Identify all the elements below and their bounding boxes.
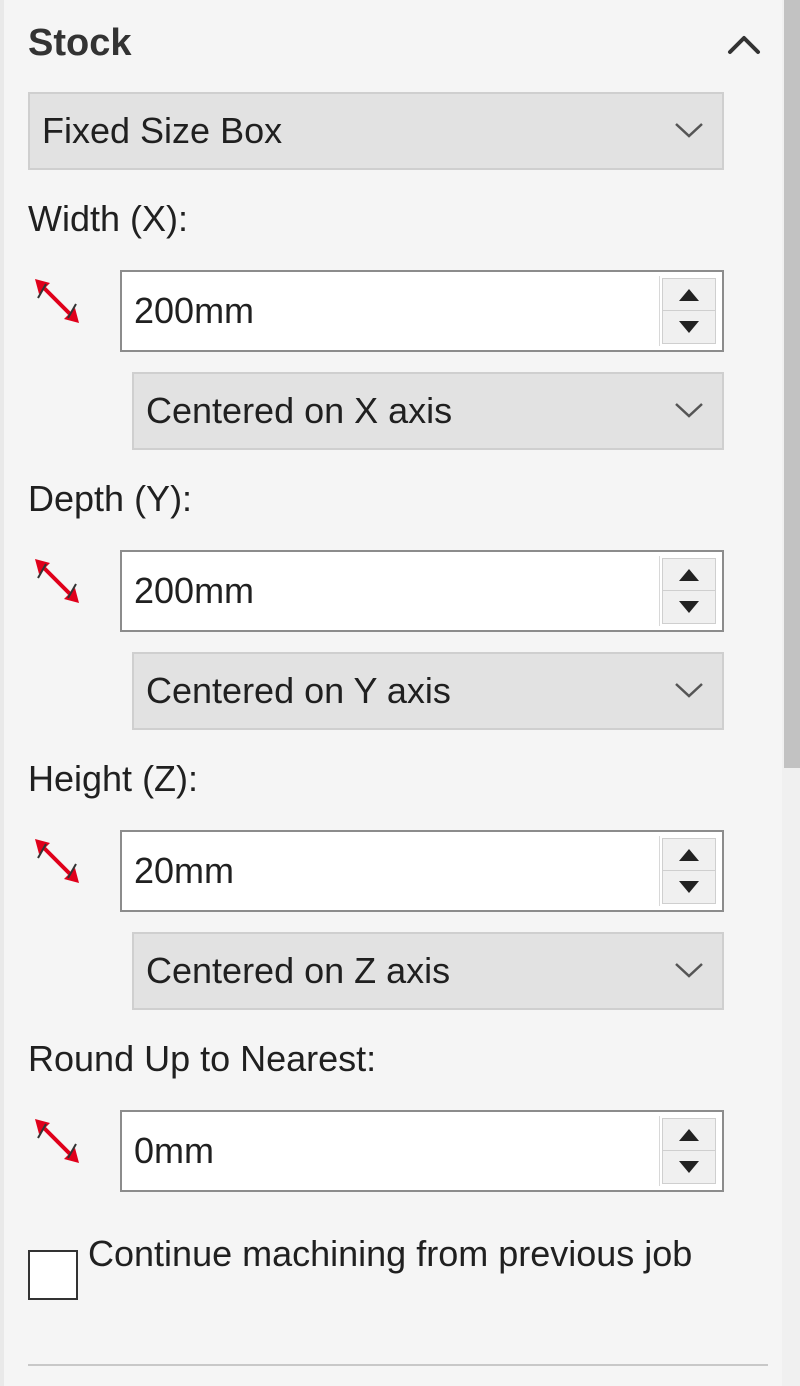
stock-type-value: Fixed Size Box xyxy=(42,110,283,151)
depth-placement-dropdown[interactable]: Centered on Y axis xyxy=(132,652,724,730)
round-up-input[interactable] xyxy=(134,1112,634,1190)
round-up-spinbox xyxy=(120,1110,724,1192)
depth-input[interactable] xyxy=(134,552,634,630)
triangle-up-icon xyxy=(679,289,699,301)
chevron-down-icon xyxy=(675,403,703,418)
depth-decrement-button[interactable] xyxy=(662,590,716,624)
height-input[interactable] xyxy=(134,832,634,910)
height-label: Height (Z): xyxy=(28,758,199,799)
depth-increment-button[interactable] xyxy=(662,558,716,592)
width-label: Width (X): xyxy=(28,198,189,239)
round-up-label: Round Up to Nearest: xyxy=(28,1038,377,1079)
depth-spinner xyxy=(659,556,718,626)
round-up-spinner xyxy=(659,1116,718,1186)
height-increment-button[interactable] xyxy=(662,838,716,872)
section-title: Stock xyxy=(28,22,132,64)
depth-placement-value: Centered on Y axis xyxy=(146,670,451,711)
continue-machining-label[interactable]: Continue machining from previous job xyxy=(88,1228,748,1280)
round-up-increment-button[interactable] xyxy=(662,1118,716,1152)
depth-label: Depth (Y): xyxy=(28,478,193,519)
chevron-down-icon xyxy=(675,963,703,978)
collapse-section-button[interactable] xyxy=(722,26,766,62)
triangle-up-icon xyxy=(679,849,699,861)
panel-left-border xyxy=(0,0,4,1386)
triangle-down-icon xyxy=(679,881,699,893)
dimension-arrow-icon xyxy=(35,559,79,603)
width-decrement-button[interactable] xyxy=(662,310,716,344)
height-spinbox xyxy=(120,830,724,912)
dimension-arrow-icon xyxy=(35,839,79,883)
depth-spinbox xyxy=(120,550,724,632)
width-placement-value: Centered on X axis xyxy=(146,390,453,431)
stock-type-dropdown[interactable]: Fixed Size Box xyxy=(28,92,724,170)
chevron-up-icon xyxy=(728,36,760,54)
continue-machining-checkbox[interactable] xyxy=(28,1250,78,1300)
section-divider xyxy=(28,1364,768,1366)
chevron-down-icon xyxy=(675,683,703,698)
triangle-up-icon xyxy=(679,1129,699,1141)
width-increment-button[interactable] xyxy=(662,278,716,312)
triangle-up-icon xyxy=(679,569,699,581)
height-spinner xyxy=(659,836,718,906)
triangle-down-icon xyxy=(679,601,699,613)
scrollbar-thumb[interactable] xyxy=(784,0,800,768)
width-input[interactable] xyxy=(134,272,634,350)
stock-panel: Stock Fixed Size Box Width (X): Cen xyxy=(0,0,800,1386)
height-placement-dropdown[interactable]: Centered on Z axis xyxy=(132,932,724,1010)
chevron-down-icon xyxy=(675,123,703,138)
dimension-arrow-icon xyxy=(35,1119,79,1163)
triangle-down-icon xyxy=(679,1161,699,1173)
width-spinner xyxy=(659,276,718,346)
width-spinbox xyxy=(120,270,724,352)
dimension-arrow-icon xyxy=(35,279,79,323)
height-decrement-button[interactable] xyxy=(662,870,716,904)
round-up-decrement-button[interactable] xyxy=(662,1150,716,1184)
triangle-down-icon xyxy=(679,321,699,333)
height-placement-value: Centered on Z axis xyxy=(146,950,451,991)
width-placement-dropdown[interactable]: Centered on X axis xyxy=(132,372,724,450)
